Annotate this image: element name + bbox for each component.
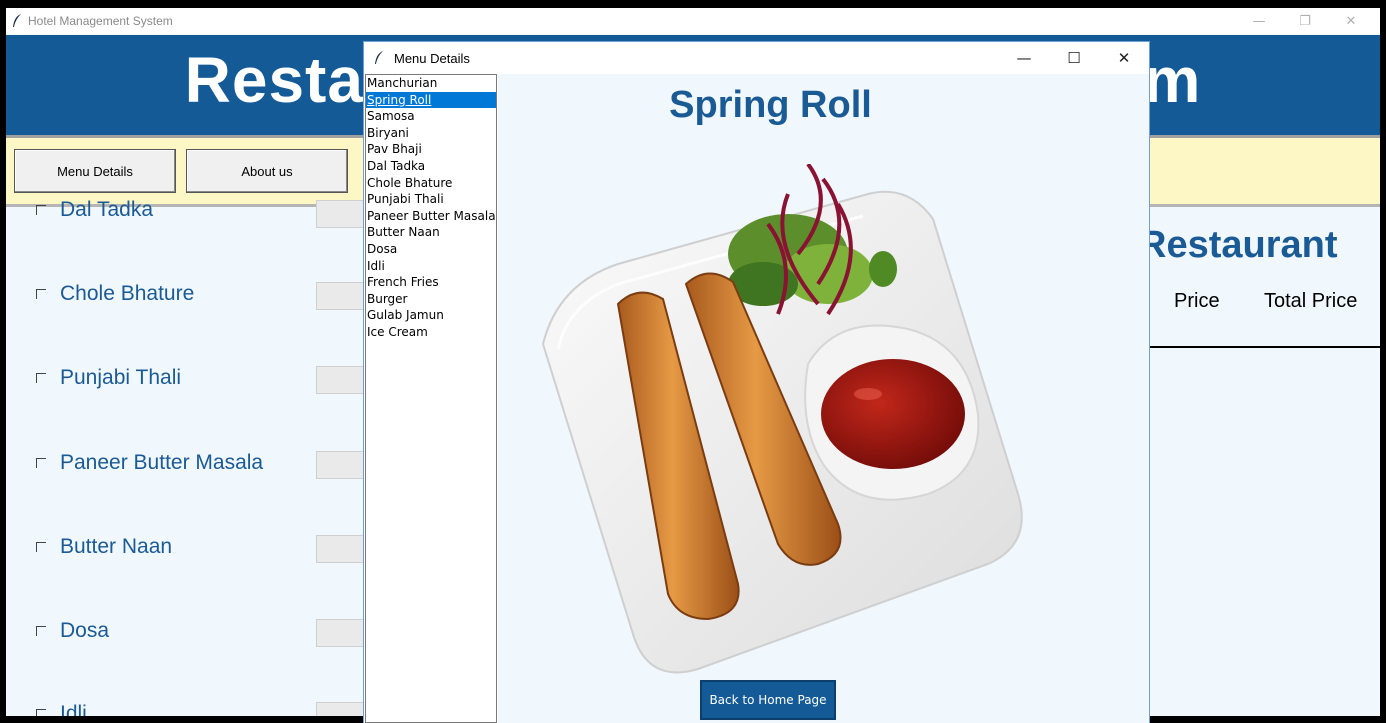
menu-titlebar[interactable]: Menu Details — ☐ ✕ <box>364 42 1149 74</box>
minimize-icon[interactable]: — <box>1236 8 1282 34</box>
checkbox-icon[interactable] <box>36 289 46 299</box>
price-column-header: Price <box>1174 290 1220 312</box>
about-us-button[interactable]: About us <box>186 149 348 193</box>
item-row-butter-naan: Butter Naan <box>36 535 172 559</box>
menu-listbox[interactable]: Manchurian Spring Roll Samosa Biryani Pa… <box>365 74 497 723</box>
dish-photo <box>541 164 1023 674</box>
list-item-manchurian[interactable]: Manchurian <box>366 75 496 92</box>
minimize-icon[interactable]: — <box>999 42 1049 74</box>
list-item-gulab-jamun[interactable]: Gulab Jamun <box>366 307 496 324</box>
list-item-spring-roll[interactable]: Spring Roll <box>366 91 496 109</box>
maximize-icon[interactable]: ☐ <box>1049 42 1099 74</box>
feather-icon <box>375 51 383 64</box>
item-row-chole-bhature: Chole Bhature <box>36 282 194 306</box>
close-icon[interactable]: ✕ <box>1328 8 1374 34</box>
list-item-pav-bhaji[interactable]: Pav Bhaji <box>366 141 496 158</box>
restaurant-heading: Restaurant <box>1139 224 1338 266</box>
list-item-paneer-butter-masala[interactable]: Paneer Butter Masala <box>366 208 496 225</box>
checkbox-icon[interactable] <box>36 205 46 215</box>
checkbox-icon[interactable] <box>36 458 46 468</box>
restore-icon[interactable]: ❐ <box>1282 8 1328 34</box>
main-titlebar[interactable]: Hotel Management System — ❐ ✕ <box>6 8 1380 34</box>
checkbox-icon[interactable] <box>36 542 46 552</box>
list-item-samosa[interactable]: Samosa <box>366 108 496 125</box>
item-row-paneer-butter-masala: Paneer Butter Masala <box>36 451 263 475</box>
item-label: Chole Bhature <box>60 282 195 305</box>
item-row-idli: Idli <box>36 702 87 716</box>
checkbox-icon[interactable] <box>36 709 46 716</box>
menu-details-button[interactable]: Menu Details <box>14 149 176 193</box>
total-price-column-header: Total Price <box>1264 290 1358 312</box>
menu-details-window: Menu Details — ☐ ✕ Manchurian Spring Rol… <box>364 42 1149 723</box>
dish-title: Spring Roll <box>669 84 872 126</box>
item-row-dosa: Dosa <box>36 619 109 643</box>
feather-icon <box>13 14 21 27</box>
main-window-title: Hotel Management System <box>28 14 173 28</box>
list-item-french-fries[interactable]: French Fries <box>366 274 496 291</box>
list-item-dosa[interactable]: Dosa <box>366 241 496 258</box>
item-label: Butter Naan <box>60 535 173 558</box>
checkbox-icon[interactable] <box>36 373 46 383</box>
dish-detail-panel: Spring Roll Back to Home Page <box>498 74 1149 723</box>
close-icon[interactable]: ✕ <box>1099 42 1149 74</box>
item-label: Punjabi Thali <box>60 366 182 389</box>
item-label: Idli <box>60 702 87 716</box>
list-item-punjabi-thali[interactable]: Punjabi Thali <box>366 191 496 208</box>
list-item-ice-cream[interactable]: Ice Cream <box>366 324 496 341</box>
list-item-butter-naan[interactable]: Butter Naan <box>366 224 496 241</box>
menu-window-title: Menu Details <box>394 51 470 66</box>
item-label: Paneer Butter Masala <box>60 451 264 474</box>
list-item-idli[interactable]: Idli <box>366 258 496 275</box>
checkbox-icon[interactable] <box>36 626 46 636</box>
list-item-dal-tadka[interactable]: Dal Tadka <box>366 158 496 175</box>
item-label: Dosa <box>60 619 110 642</box>
item-row-punjabi-thali: Punjabi Thali <box>36 366 181 390</box>
list-item-biryani[interactable]: Biryani <box>366 125 496 142</box>
back-to-home-button[interactable]: Back to Home Page <box>700 680 836 720</box>
list-item-chole-bhature[interactable]: Chole Bhature <box>366 175 496 192</box>
header-divider <box>1150 346 1380 348</box>
item-row-dal-tadka: Dal Tadka <box>36 198 153 222</box>
list-item-burger[interactable]: Burger <box>366 291 496 308</box>
item-label: Dal Tadka <box>60 198 154 221</box>
